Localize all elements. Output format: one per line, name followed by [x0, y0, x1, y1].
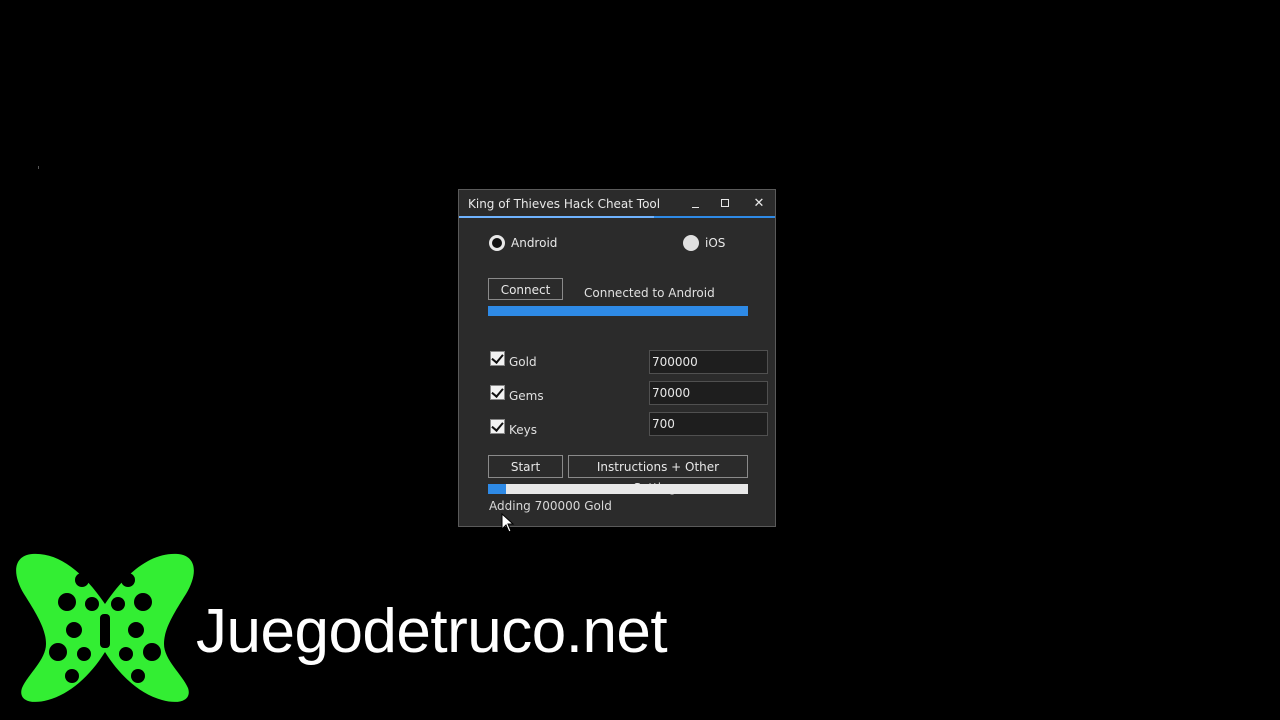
maximize-icon: [721, 199, 729, 207]
gems-checkbox[interactable]: [490, 385, 505, 400]
keys-label: Keys: [509, 422, 538, 437]
radio-android[interactable]: Android: [489, 235, 557, 251]
close-button[interactable]: ✕: [750, 195, 768, 213]
minimize-icon: [692, 207, 699, 208]
maximize-button[interactable]: [717, 195, 735, 213]
gems-label: Gems: [509, 388, 544, 403]
radio-ios-dot[interactable]: [683, 235, 699, 251]
connect-button[interactable]: Connect: [488, 278, 563, 300]
keys-checkbox[interactable]: [490, 419, 505, 434]
minimize-button[interactable]: [687, 195, 705, 213]
radio-ios[interactable]: iOS: [683, 235, 725, 251]
hack-progress-fill: [488, 484, 507, 494]
connect-progress-bar: [488, 306, 748, 316]
radio-android-dot[interactable]: [489, 235, 505, 251]
connection-status: Connected to Android: [584, 286, 715, 300]
title-accent-highlight: [459, 216, 654, 218]
hack-status: Adding 700000 Gold: [489, 499, 612, 513]
instructions-settings-button[interactable]: Instructions + Other Settings: [568, 455, 748, 495]
window-title: King of Thieves Hack Cheat Tool: [468, 197, 661, 211]
screen: King of Thieves Hack Cheat Tool ✕ Androi…: [0, 0, 1280, 720]
close-icon: ✕: [753, 196, 765, 211]
gems-option: Gems: [490, 385, 544, 403]
gold-option: Gold: [490, 351, 537, 369]
gold-label: Gold: [509, 354, 537, 369]
connect-progress-fill: [488, 306, 748, 316]
mouse-pointer-icon: [501, 513, 515, 533]
radio-android-label: Android: [511, 236, 558, 250]
radio-ios-label: iOS: [705, 236, 726, 250]
watermark-text: Juegodetruco.net: [196, 597, 668, 666]
gems-amount-input[interactable]: [649, 381, 768, 405]
keys-amount-input[interactable]: [649, 412, 768, 436]
title-bar[interactable]: King of Thieves Hack Cheat Tool ✕: [459, 190, 775, 218]
stray-pixel: [38, 166, 39, 169]
start-button[interactable]: Start: [488, 455, 563, 478]
hack-tool-window: King of Thieves Hack Cheat Tool ✕ Androi…: [458, 189, 776, 527]
hack-progress-bar: [488, 484, 748, 494]
gamepad-butterfly-icon: [16, 553, 194, 702]
gold-amount-input[interactable]: [649, 350, 768, 374]
gold-checkbox[interactable]: [490, 351, 505, 366]
keys-option: Keys: [490, 419, 538, 437]
